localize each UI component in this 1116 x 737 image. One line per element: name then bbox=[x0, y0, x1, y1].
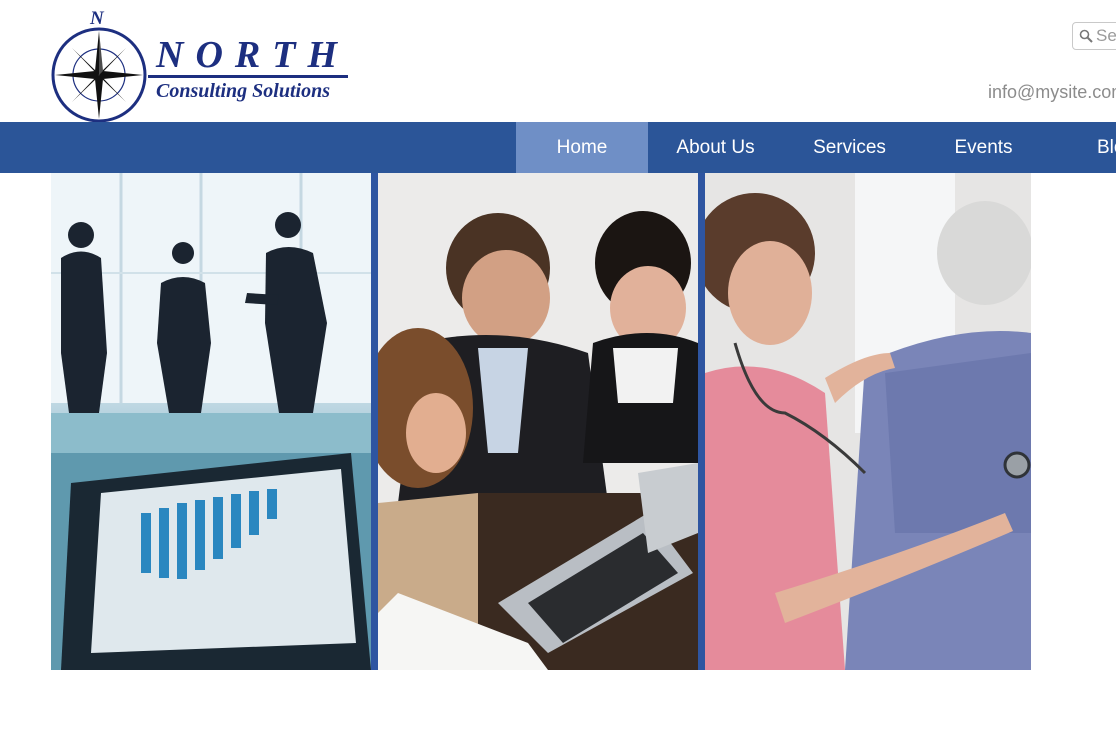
hero-gallery bbox=[51, 173, 1031, 670]
search-input[interactable] bbox=[1093, 26, 1116, 46]
gallery-image-team-laptop[interactable] bbox=[378, 173, 698, 670]
search-box[interactable] bbox=[1072, 22, 1116, 50]
site-logo[interactable]: N NORTH Consulting Solutions bbox=[50, 8, 350, 124]
nav-item-services[interactable]: Services bbox=[783, 122, 916, 173]
gallery-image-nurse-patient[interactable] bbox=[705, 173, 1031, 670]
nav-item-blog[interactable]: Blog bbox=[1051, 122, 1116, 173]
compass-icon bbox=[51, 27, 147, 123]
contact-email[interactable]: info@mysite.com bbox=[988, 82, 1116, 103]
gallery-image-business-meeting[interactable] bbox=[51, 173, 371, 670]
brand-name: NORTH bbox=[156, 34, 349, 76]
brand-divider bbox=[148, 75, 348, 78]
brand-tagline: Consulting Solutions bbox=[156, 80, 330, 102]
search-icon[interactable] bbox=[1079, 29, 1093, 43]
nav-item-about-us[interactable]: About Us bbox=[648, 122, 783, 173]
nav-item-events[interactable]: Events bbox=[916, 122, 1051, 173]
main-navigation: Home About Us Services Events Blog bbox=[0, 122, 1116, 173]
nav-item-home[interactable]: Home bbox=[516, 122, 648, 173]
